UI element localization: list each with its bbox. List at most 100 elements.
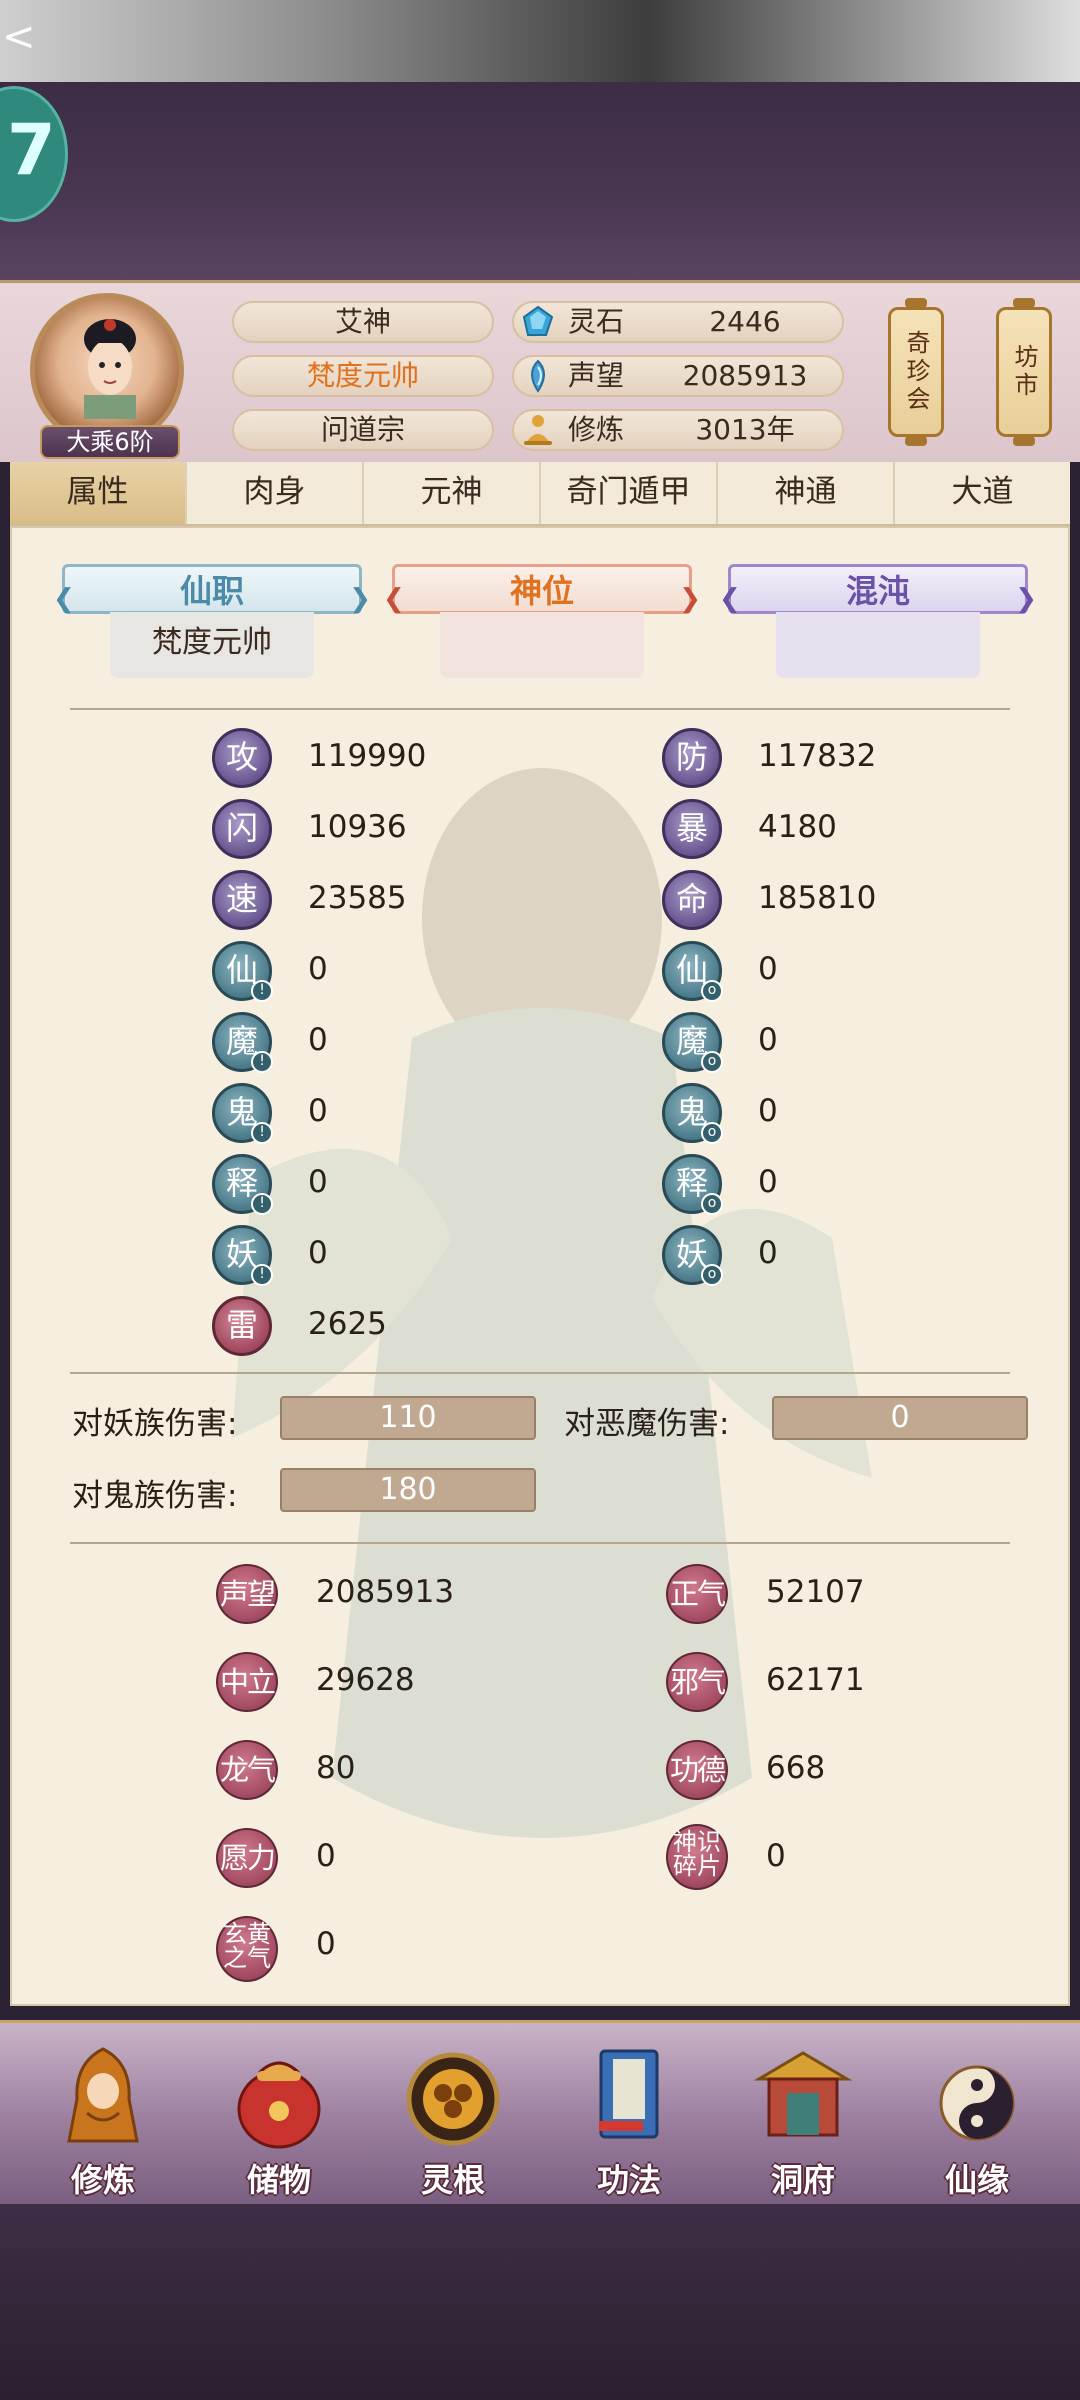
resource-label: 灵石 xyxy=(568,305,625,338)
cultivation-icon xyxy=(67,2047,139,2143)
neutral-badge: 中立 xyxy=(216,1652,278,1712)
stat-value: 185810 xyxy=(758,880,877,916)
damage-value-yao: 110 xyxy=(280,1396,536,1440)
tab-qimen[interactable]: 奇门遁甲 xyxy=(541,462,718,524)
goddess-watermark-icon xyxy=(232,768,872,1838)
bottom-navigation: 修炼 储物 灵根 功法 洞府 仙缘 xyxy=(0,2020,1080,2204)
top-banner xyxy=(0,82,1080,339)
damage-value-ghost: 180 xyxy=(280,1468,536,1512)
merit-value: 668 xyxy=(766,1750,826,1786)
monster-def-icon: 妖o xyxy=(662,1225,723,1286)
stat-value: 0 xyxy=(758,1235,778,1271)
role-title: 神位 xyxy=(509,572,574,610)
dragon-qi-badge: 龙气 xyxy=(216,1740,278,1800)
stat-value: 119990 xyxy=(308,738,427,774)
nav-label: 仙缘 xyxy=(944,2161,1009,2199)
willpower-value: 0 xyxy=(316,1838,336,1874)
reputation-badge: 声望 xyxy=(216,1564,278,1624)
tab-abilities[interactable]: 神通 xyxy=(718,462,895,524)
realm-level-plate: 大乘6阶 xyxy=(40,425,180,459)
immortal-post-value: 梵度元帅 xyxy=(110,612,314,678)
dragon-qi-value: 80 xyxy=(316,1750,356,1786)
immortal-def-icon: 仙o xyxy=(662,941,723,1002)
stat-value: 0 xyxy=(758,1093,778,1129)
reputation-icon xyxy=(531,359,545,393)
divine-sense-value: 0 xyxy=(766,1838,786,1874)
role-tab-immortal-post[interactable]: ❮ 仙职 ❯ xyxy=(53,564,371,614)
resource-reputation[interactable]: 声望 2085913 xyxy=(512,355,844,397)
attribute-tabs: 属性 肉身 元神 奇门遁甲 神通 大道 xyxy=(10,462,1070,526)
ghost-atk-icon: 鬼! xyxy=(212,1083,273,1144)
thunder-icon: 雷 xyxy=(212,1296,272,1356)
stat-value: 0 xyxy=(308,1022,328,1058)
divine-sense-badge: 神识碎片 xyxy=(666,1824,728,1890)
treasure-auction-button[interactable]: 奇珍会 xyxy=(888,298,944,446)
damage-label-yao: 对妖族伤害: xyxy=(72,1406,238,1442)
role-tab-chaos[interactable]: ❮ 混沌 ❯ xyxy=(719,564,1037,614)
dodge-icon: 闪 xyxy=(212,799,272,859)
resource-cultivation[interactable]: 修炼 3013年 xyxy=(512,409,844,451)
divine-seat-value xyxy=(440,612,644,678)
evil-qi-value: 62171 xyxy=(766,1662,865,1698)
nav-cultivation[interactable]: 修炼 xyxy=(28,2037,178,2199)
tab-soul[interactable]: 元神 xyxy=(364,462,541,524)
stat-value: 2625 xyxy=(308,1306,387,1342)
tab-dao[interactable]: 大道 xyxy=(895,462,1070,524)
stat-value: 0 xyxy=(758,1164,778,1200)
merit-badge: 功德 xyxy=(666,1740,728,1800)
nav-label: 功法 xyxy=(596,2161,661,2199)
stat-value: 0 xyxy=(758,1022,778,1058)
xuanhuang-qi-value: 0 xyxy=(316,1926,336,1962)
tab-body[interactable]: 肉身 xyxy=(187,462,364,524)
portrait-strip: < xyxy=(0,0,1080,82)
attribute-panel: ❮ 仙职 ❯ 梵度元帅 ❮ 神位 ❯ ❮ 混沌 ❯ 攻 119990 闪 109… xyxy=(10,526,1070,2006)
nav-cave[interactable]: 洞府 xyxy=(728,2037,878,2199)
hp-icon: 命 xyxy=(662,870,722,930)
resource-label: 修炼 xyxy=(568,413,625,446)
chaos-value xyxy=(776,612,980,678)
role-title: 混沌 xyxy=(845,572,910,610)
market-button[interactable]: 坊市 xyxy=(996,298,1052,446)
cave-dwelling-icon xyxy=(753,2051,853,2137)
neutral-value: 29628 xyxy=(316,1662,415,1698)
resource-label: 声望 xyxy=(568,359,625,392)
resource-value: 3013年 xyxy=(695,413,795,446)
avatar[interactable]: 大乘6阶 xyxy=(26,293,194,461)
footer-background xyxy=(0,2204,1080,2400)
stat-value: 23585 xyxy=(308,880,407,916)
buddha-atk-icon: 释! xyxy=(212,1154,273,1215)
nav-label: 储物 xyxy=(246,2161,311,2199)
nav-technique[interactable]: 功法 xyxy=(554,2037,704,2199)
spirit-stone-icon xyxy=(522,305,554,336)
back-arrow-icon[interactable]: < xyxy=(2,14,36,60)
nav-storage[interactable]: 储物 xyxy=(204,2037,354,2199)
defense-icon: 防 xyxy=(662,728,722,788)
damage-label-demon: 对恶魔伤害: xyxy=(564,1406,730,1442)
speed-icon: 速 xyxy=(212,870,272,930)
damage-label-ghost: 对鬼族伤害: xyxy=(72,1478,238,1514)
damage-value-demon: 0 xyxy=(772,1396,1028,1440)
stat-value: 117832 xyxy=(758,738,877,774)
stat-value: 0 xyxy=(308,1093,328,1129)
tab-attributes[interactable]: 属性 xyxy=(10,462,187,524)
character-header: 大乘6阶 艾神 梵度元帅 问道宗 灵石 2446 声望 2085913 修炼 3… xyxy=(0,280,1080,462)
righteous-qi-value: 52107 xyxy=(766,1574,865,1610)
evil-qi-badge: 邪气 xyxy=(666,1652,728,1712)
immortal-atk-icon: 仙! xyxy=(212,941,273,1002)
nav-immortal-fate[interactable]: 仙缘 xyxy=(902,2037,1052,2199)
player-sect: 问道宗 xyxy=(232,409,494,451)
crit-icon: 暴 xyxy=(662,799,722,859)
character-portrait-icon xyxy=(84,319,136,419)
player-name: 艾神 xyxy=(232,301,494,343)
stat-value: 0 xyxy=(308,951,328,987)
resource-value: 2446 xyxy=(709,305,781,338)
stat-value: 4180 xyxy=(758,809,837,845)
willpower-badge: 愿力 xyxy=(216,1828,278,1888)
xuanhuang-qi-badge: 玄黄之气 xyxy=(216,1916,278,1982)
nav-spirit-root[interactable]: 灵根 xyxy=(378,2037,528,2199)
divider xyxy=(70,1542,1010,1544)
spirit-root-icon xyxy=(406,2052,500,2146)
role-tab-divine-seat[interactable]: ❮ 神位 ❯ xyxy=(383,564,701,614)
resource-spirit-stone[interactable]: 灵石 2446 xyxy=(512,301,844,343)
righteous-qi-badge: 正气 xyxy=(666,1564,728,1624)
